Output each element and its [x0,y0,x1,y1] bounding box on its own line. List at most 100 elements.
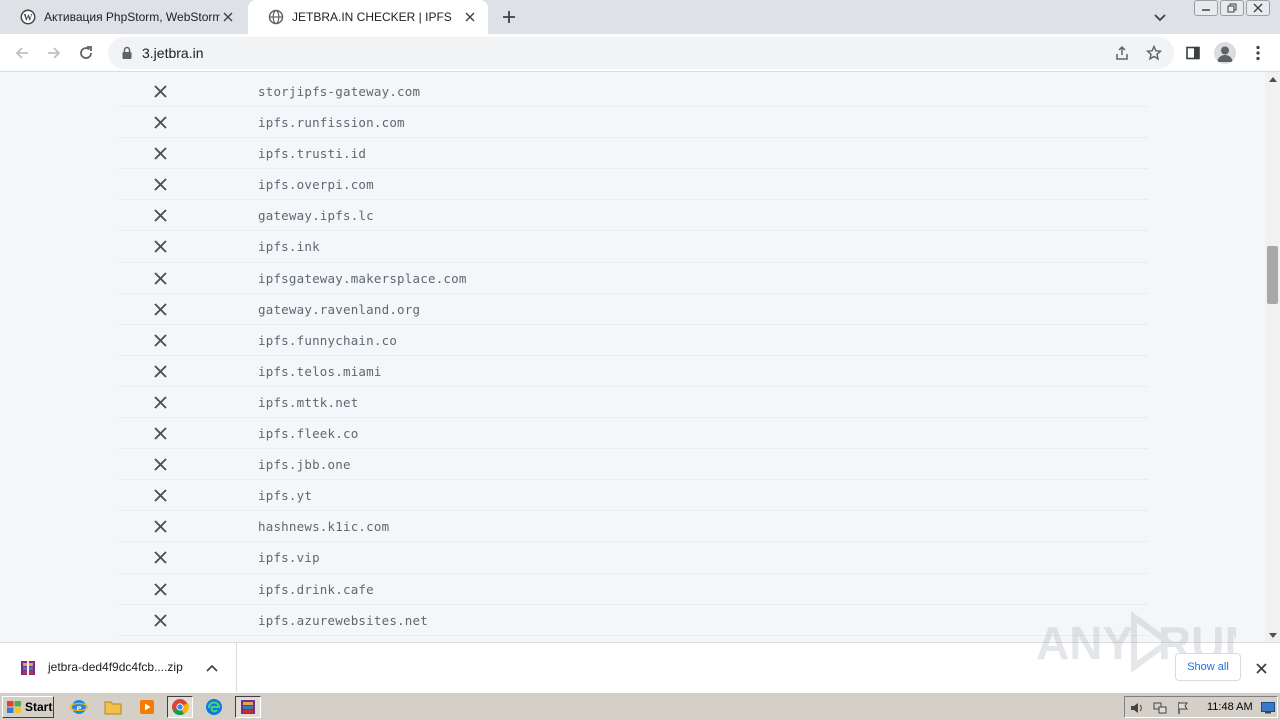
chrome-icon [172,699,189,716]
taskbar-ie[interactable]: e [66,696,92,718]
bookmark-button[interactable] [1144,43,1164,63]
gateway-row: ipfs.drink.cafe [118,574,1148,605]
minimize-button[interactable] [1194,0,1218,16]
gateway-row: ipfs.mttk.net [118,387,1148,419]
gateway-row: ipfs.funnychain.co [118,325,1148,356]
edge-icon [206,699,222,715]
gateway-host: storjipfs-gateway.com [258,84,421,99]
triangle-up-icon [1268,76,1277,82]
gateway-host: ipfs.mttk.net [258,394,359,410]
arrow-left-icon [15,47,28,59]
tab-activation[interactable]: W Активация PhpStorm, WebStorm, In [0,0,246,34]
close-icon [154,302,167,316]
scrollbar-thumb[interactable] [1267,246,1278,304]
close-icon [154,458,167,471]
gateway-host: ipfs.overpi.com [258,177,374,193]
windows-taskbar: Start e 11:48 AM [0,692,1280,720]
gateway-row: storjipfs-gateway.com [118,76,1148,108]
show-all-downloads-button[interactable]: Show all [1175,653,1241,681]
winrar-icon [241,700,255,714]
close-icon[interactable] [220,9,236,25]
close-icon [154,85,167,98]
reload-button[interactable] [74,41,98,65]
close-download-bar-button[interactable] [1252,659,1270,677]
menu-button[interactable] [1247,42,1269,64]
show-desktop-icon[interactable] [1260,700,1276,716]
arrow-right-icon [48,47,61,59]
close-window-button[interactable] [1246,0,1270,16]
gateway-host: ipfs.vip [258,550,320,566]
windows-logo-icon [7,701,21,713]
volume-icon[interactable] [1129,700,1145,716]
side-panel-button[interactable] [1182,42,1204,64]
tab-title: Активация PhpStorm, WebStorm, In [44,10,220,24]
close-icon [154,551,167,565]
close-icon [154,396,167,409]
start-label: Start [25,700,53,714]
tab-strip: W Активация PhpStorm, WebStorm, In JETBR… [0,0,1280,34]
gateway-host: gateway.ipfs.lc [258,208,374,224]
gateway-host: hashnews.k1ic.com [258,519,390,535]
network-icon[interactable] [1152,700,1168,716]
gateway-host: gateway.ravenland.org [258,301,421,317]
close-icon [154,582,167,596]
gateway-row: ipfs.overpi.com [118,169,1148,201]
gateway-row: gateway.ravenland.org [118,294,1148,325]
gateway-row: ipfs.jbb.one [118,449,1148,481]
share-button[interactable] [1112,43,1132,63]
scroll-down-arrow[interactable] [1265,628,1280,642]
gateway-host: ipfs.trusti.id [258,146,367,162]
taskbar-explorer[interactable] [100,696,126,718]
close-icon[interactable] [462,9,478,25]
gateway-row: ipfs.telos.miami [118,356,1148,387]
wordpress-icon: W [20,9,36,25]
gateway-row: ipfs.trusti.id [118,138,1148,170]
forward-button[interactable] [42,41,66,65]
new-tab-button[interactable] [498,6,520,28]
folder-icon [104,701,122,715]
gateway-row: gateway.ipfs.lc [118,200,1148,232]
scroll-up-arrow[interactable] [1265,72,1280,86]
taskbar-winrar[interactable] [235,696,261,718]
back-button[interactable] [10,41,34,65]
tab-jetbra-checker[interactable]: JETBRA.IN CHECKER | IPFS [248,0,488,34]
globe-icon [268,9,284,25]
close-icon [154,613,167,627]
share-icon [1116,45,1128,60]
browser-toolbar: 3.jetbra.in [0,34,1280,72]
gateway-host: ipfs.funnychain.co [258,332,398,348]
page-scrollbar[interactable] [1265,72,1280,642]
reload-icon [80,46,92,59]
close-icon [154,116,167,129]
person-icon [1217,46,1233,62]
taskbar-clock[interactable]: 11:48 AM [1207,701,1253,713]
gateway-row: hashnews.k1ic.com [118,511,1148,543]
gateway-host: ipfs.azurewebsites.net [258,612,428,628]
svg-text:W: W [24,13,33,23]
flag-icon[interactable] [1175,700,1191,716]
url-text[interactable]: 3.jetbra.in [142,45,203,61]
winrar-archive-icon [21,661,35,675]
gateway-row: ipfs.vip [118,542,1148,574]
gateway-row: ipfsgateway.makersplace.com [118,263,1148,294]
chevron-down-icon [1154,14,1166,22]
profile-button[interactable] [1214,42,1236,64]
lock-icon[interactable] [120,46,134,60]
svg-text:ANY: ANY [1036,617,1133,669]
address-bar[interactable]: 3.jetbra.in [108,37,1174,69]
taskbar-media-player[interactable] [134,696,160,718]
close-icon [154,489,167,502]
restore-button[interactable] [1220,0,1244,16]
tab-search-button[interactable] [1150,8,1170,28]
taskbar-edge[interactable] [201,696,227,718]
page-content: storjipfs-gateway.com ipfs.runfission.co… [0,72,1265,642]
download-options-button[interactable] [203,659,221,677]
gateway-host: ipfs.telos.miami [258,363,382,379]
plus-icon [503,11,515,23]
start-button[interactable]: Start [2,696,54,718]
gateway-host: ipfs.drink.cafe [258,581,374,597]
taskbar-chrome[interactable] [167,696,193,718]
download-item[interactable]: jetbra-ded4f9dc4fcb....zip [0,643,237,693]
close-icon [154,427,167,440]
gateway-row: ipfs.fleek.co [118,418,1148,450]
